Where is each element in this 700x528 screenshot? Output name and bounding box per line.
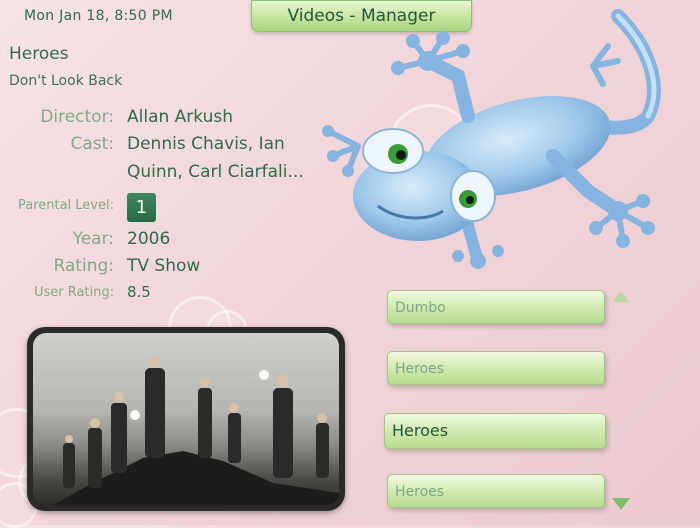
parental-level-label: Parental Level: bbox=[17, 198, 114, 213]
scroll-down-icon[interactable] bbox=[612, 498, 630, 510]
scroll-up-icon[interactable] bbox=[613, 291, 629, 302]
year-label: Year: bbox=[72, 229, 114, 249]
rating-label: Rating: bbox=[53, 256, 114, 276]
director-value: Allan Arkush bbox=[127, 107, 234, 127]
clock-datetime: Mon Jan 18, 8:50 PM bbox=[24, 8, 173, 24]
show-title: Heroes bbox=[9, 44, 69, 64]
parental-level-badge: 1 bbox=[127, 193, 156, 222]
list-item[interactable]: Heroes bbox=[387, 351, 605, 385]
rating-value: TV Show bbox=[127, 256, 201, 276]
list-item[interactable]: Dumbo bbox=[387, 290, 605, 324]
gecko-mascot-icon bbox=[322, 9, 661, 269]
user-rating-label: User Rating: bbox=[33, 285, 114, 300]
cast-label: Cast: bbox=[70, 134, 114, 154]
list-item-selected[interactable]: Heroes bbox=[384, 413, 606, 449]
list-item[interactable]: Heroes bbox=[387, 474, 605, 508]
cover-art-image bbox=[33, 333, 339, 505]
user-rating-value: 8.5 bbox=[127, 283, 151, 301]
poster-frame bbox=[27, 327, 345, 511]
cast-value-line2: Quinn, Carl Ciarfali... bbox=[127, 162, 304, 182]
cast-value-line1: Dennis Chavis, Ian bbox=[127, 134, 285, 154]
year-value: 2006 bbox=[127, 229, 171, 249]
episode-title: Don't Look Back bbox=[9, 73, 123, 89]
director-label: Director: bbox=[40, 107, 114, 127]
